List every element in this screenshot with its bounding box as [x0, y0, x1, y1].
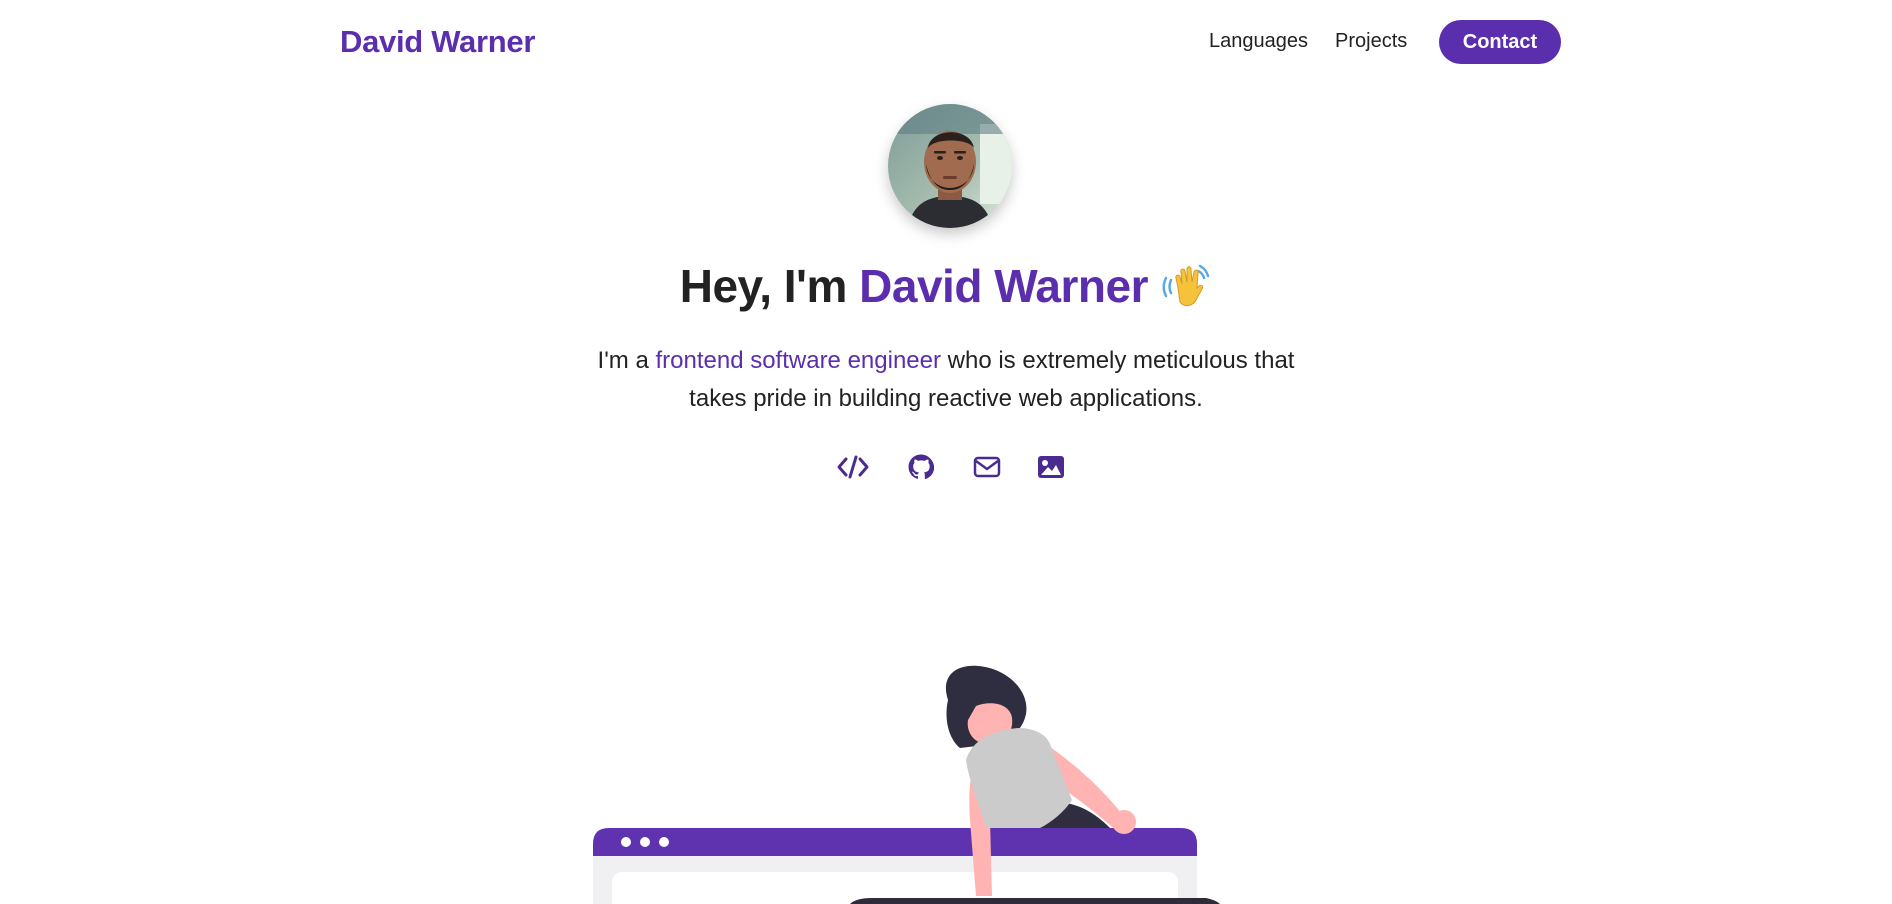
contact-button[interactable]: Contact	[1439, 20, 1561, 64]
hero-title-prefix: Hey, I'm	[679, 260, 860, 312]
mail-icon[interactable]	[970, 450, 1004, 484]
code-icon[interactable]	[836, 450, 870, 484]
hero-subtitle: I'm a frontend software engineer who is …	[596, 342, 1296, 418]
hero-title: Hey, I'm David Warner	[0, 258, 1892, 313]
woman-illustration	[945, 665, 1136, 896]
image-icon[interactable]	[1034, 450, 1068, 484]
hero-subtitle-highlight: frontend software engineer	[655, 347, 941, 374]
nav-link-languages[interactable]: Languages	[1209, 30, 1308, 53]
top-navigation: David Warner Languages Projects Contact	[0, 0, 1892, 86]
github-icon[interactable]	[904, 450, 938, 484]
avatar	[888, 104, 1012, 228]
brand-logo[interactable]: David Warner	[340, 24, 535, 60]
browser-window-illustration	[593, 828, 1220, 904]
hero-subtitle-prefix: I'm a	[597, 347, 656, 374]
waving-hand-icon	[1160, 258, 1212, 310]
nav-link-projects[interactable]: Projects	[1335, 30, 1407, 53]
hero-title-name: David Warner	[859, 260, 1148, 312]
